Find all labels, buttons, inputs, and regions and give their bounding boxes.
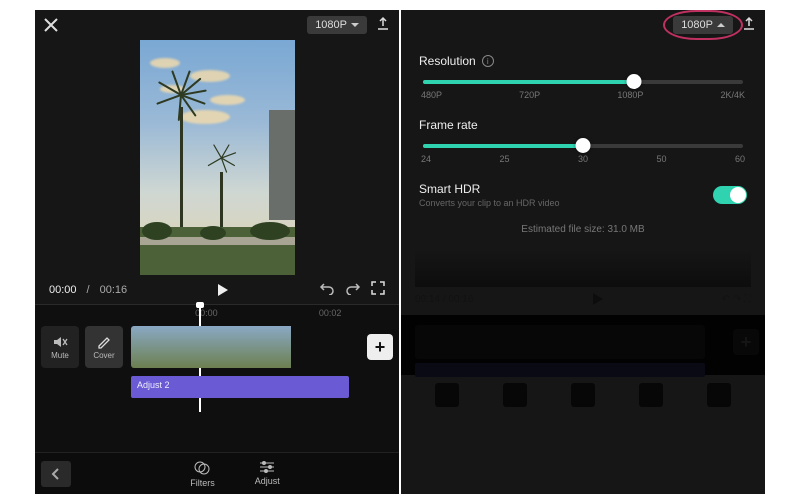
export-icon[interactable]: [375, 16, 391, 35]
hdr-label: Smart HDR: [419, 182, 560, 196]
effect-clip-label: Adjust 2: [137, 380, 170, 390]
slider-knob[interactable]: [627, 74, 642, 89]
bottom-bar: Filters Adjust: [35, 452, 399, 494]
hdr-hint: Converts your clip to an HDR video: [419, 198, 560, 208]
export-panel: Resolution i 480P 720P 1080P 2K/4K Frame…: [401, 40, 765, 251]
video-clip[interactable]: [131, 326, 301, 368]
export-icon[interactable]: [741, 16, 757, 35]
resolution-slider[interactable]: [423, 80, 743, 84]
cover-button[interactable]: Cover: [85, 326, 123, 368]
time-total: 00:16: [100, 284, 128, 296]
framerate-ticks: 24 25 30 50 60: [419, 154, 747, 164]
editor-screen: 1080P 00:00: [35, 10, 399, 494]
slider-knob[interactable]: [576, 138, 591, 153]
info-icon[interactable]: i: [482, 55, 494, 67]
framerate-label: Frame rate: [419, 118, 747, 132]
dimmed-editor: 00:14 / 00:16 ↶ ↷ ⛶ +: [401, 251, 765, 415]
time-separator: /: [87, 284, 90, 296]
redo-icon[interactable]: [345, 281, 361, 298]
top-bar: 1080P: [401, 10, 765, 40]
resolution-button[interactable]: 1080P: [307, 16, 367, 34]
effect-clip[interactable]: Adjust 2: [131, 376, 349, 398]
resolution-label: Resolution i: [419, 54, 747, 68]
framerate-slider[interactable]: [423, 144, 743, 148]
mute-label: Mute: [51, 351, 69, 360]
cover-label: Cover: [93, 351, 114, 360]
timeline[interactable]: 00:00 00:02 Mute Cover: [35, 304, 399, 452]
chevron-up-icon: [717, 23, 725, 27]
mute-button[interactable]: Mute: [41, 326, 79, 368]
resolution-ticks: 480P 720P 1080P 2K/4K: [419, 90, 747, 100]
chevron-down-icon: [351, 23, 359, 27]
back-button[interactable]: [41, 461, 71, 487]
export-settings-screen: 1080P Resolution i 480P 720P 1080P 2K/4K: [401, 10, 765, 494]
play-icon: [218, 284, 228, 296]
video-preview[interactable]: [140, 40, 295, 275]
undo-icon[interactable]: [319, 281, 335, 298]
filters-tab[interactable]: Filters: [190, 460, 215, 488]
hdr-toggle[interactable]: [713, 186, 747, 204]
top-bar: 1080P: [35, 10, 399, 40]
add-clip-button-dim: +: [733, 329, 759, 355]
filters-label: Filters: [190, 478, 215, 488]
time-current: 00:00: [49, 284, 77, 296]
resolution-button-label: 1080P: [681, 19, 713, 31]
resolution-button-label: 1080P: [315, 19, 347, 31]
adjust-label: Adjust: [255, 476, 280, 486]
adjust-tab[interactable]: Adjust: [255, 460, 280, 488]
transport-bar: 00:00 / 00:16: [35, 275, 399, 304]
fullscreen-icon[interactable]: [371, 281, 385, 298]
resolution-button[interactable]: 1080P: [673, 16, 733, 34]
file-size-estimate: Estimated file size: 31.0 MB: [419, 224, 747, 235]
play-button[interactable]: [137, 284, 309, 296]
close-icon[interactable]: [43, 17, 59, 33]
time-ruler[interactable]: 00:00 00:02: [35, 304, 399, 322]
ruler-tick: 00:02: [319, 308, 342, 318]
add-clip-button[interactable]: +: [367, 334, 393, 360]
